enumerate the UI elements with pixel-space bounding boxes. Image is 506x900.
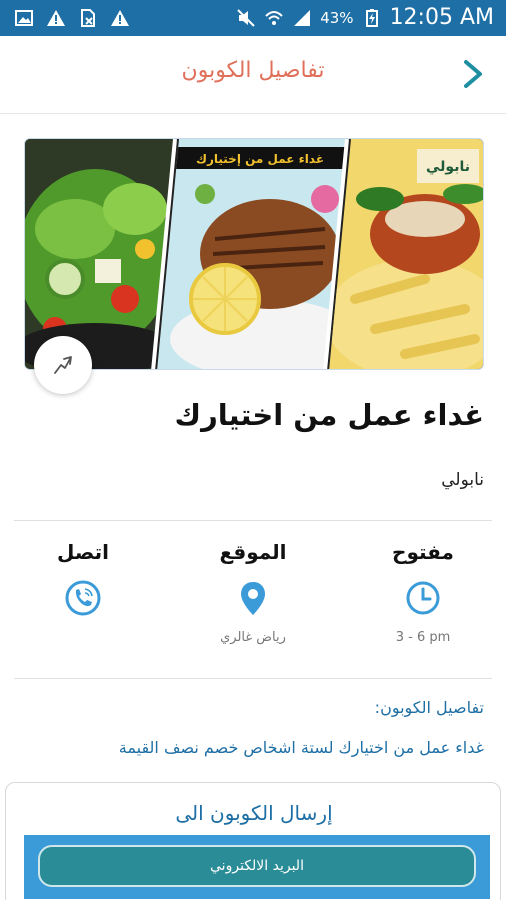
wifi-icon bbox=[265, 10, 283, 25]
clock-time: 12:05 AM bbox=[389, 5, 494, 30]
divider-2 bbox=[14, 678, 492, 679]
call[interactable]: اتصل bbox=[18, 540, 148, 622]
share-button[interactable] bbox=[34, 336, 92, 394]
warning-icon bbox=[47, 10, 65, 26]
food-collage: غداء عمل من إختيارك نابولي bbox=[25, 139, 483, 369]
gallery-icon bbox=[15, 10, 33, 26]
open-label: مفتوح bbox=[392, 540, 454, 564]
location[interactable]: الموقع رياض غالري bbox=[188, 540, 318, 645]
divider bbox=[14, 520, 492, 521]
open-hours: مفتوح 3 - 6 pm bbox=[358, 540, 488, 645]
page-title: تفاصيل الكوبون bbox=[181, 58, 325, 83]
back-arrow-icon[interactable] bbox=[458, 56, 488, 92]
details-heading: تفاصيل الكوبون: bbox=[374, 698, 484, 717]
status-bar: 43% 12:05 AM bbox=[0, 0, 506, 36]
phone-icon[interactable] bbox=[63, 578, 103, 618]
location-label: الموقع bbox=[219, 540, 287, 564]
location-pin-icon[interactable] bbox=[233, 578, 273, 618]
open-hours-value: 3 - 6 pm bbox=[395, 630, 451, 645]
send-coupon-title: إرسال الكوبون الى bbox=[175, 801, 333, 825]
details-body: غداء عمل من اختيارك لستة اشخاص خصم نصف ا… bbox=[118, 738, 484, 757]
email-button-container: البريد الالكتروني bbox=[24, 835, 490, 899]
banner-ribbon-text: غداء عمل من إختيارك bbox=[196, 152, 324, 166]
location-value: رياض غالري bbox=[220, 630, 286, 645]
battery-percent: 43% bbox=[320, 8, 354, 27]
vendor-name: نابولي bbox=[441, 470, 484, 490]
warning-icon-2 bbox=[111, 10, 129, 26]
app-header: تفاصيل الكوبون bbox=[0, 36, 506, 114]
call-label: اتصل bbox=[57, 540, 109, 564]
signal-icon bbox=[294, 9, 311, 26]
clock-icon bbox=[406, 581, 440, 615]
battery-charging-icon bbox=[365, 8, 378, 27]
banner-brand-text: نابولي bbox=[426, 159, 470, 175]
share-icon bbox=[54, 356, 72, 374]
mute-icon bbox=[237, 8, 255, 27]
blocked-file-icon bbox=[81, 9, 95, 27]
email-button[interactable]: البريد الالكتروني bbox=[38, 845, 476, 887]
send-coupon-panel: إرسال الكوبون الى البريد الالكتروني bbox=[5, 782, 501, 900]
coupon-banner-image: غداء عمل من إختيارك نابولي bbox=[24, 138, 484, 370]
offer-title: غداء عمل من اختيارك bbox=[174, 398, 484, 432]
